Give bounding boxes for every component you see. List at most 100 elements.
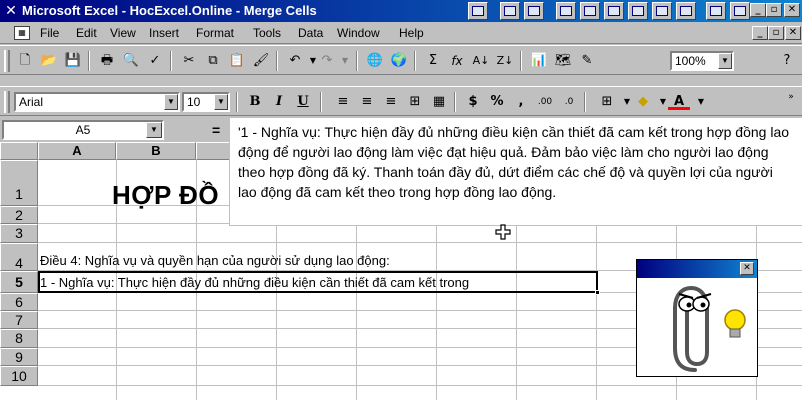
taskbar-icon[interactable] [628, 2, 648, 20]
chevron-down-icon[interactable]: ▼ [164, 94, 178, 110]
cell-a4[interactable]: Điều 4: Nghĩa vụ và quyền hạn của người … [40, 253, 390, 269]
font-size-select[interactable]: 10 ▼ [182, 92, 230, 112]
name-box[interactable]: A5 ▼ [2, 120, 164, 140]
currency-button[interactable]: $ [462, 92, 484, 112]
fill-color-icon[interactable]: ◆ [632, 92, 654, 112]
doc-minimize-button[interactable]: _ [752, 26, 768, 40]
column-header-b[interactable]: B [116, 142, 196, 160]
sort-descending-icon[interactable]: Z↓ [494, 51, 516, 71]
chevron-down-icon[interactable]: ▼ [690, 92, 712, 112]
close-button[interactable]: ✕ [784, 3, 800, 17]
function-icon[interactable]: fx [446, 51, 468, 71]
fill-handle[interactable] [595, 290, 600, 295]
menu-help[interactable]: Help [399, 26, 424, 40]
title-bar: ✕ Microsoft Excel - HocExcel.Online - Me… [0, 0, 802, 22]
office-assistant[interactable]: ✕ [636, 259, 758, 377]
zoom-select[interactable]: 100% ▼ [670, 51, 734, 71]
paste-icon[interactable]: 📋 [226, 51, 248, 71]
select-all-button[interactable] [0, 142, 38, 160]
taskbar-icon[interactable] [556, 2, 576, 20]
maximize-button[interactable]: ▫ [766, 3, 782, 17]
align-center-icon[interactable]: ≡ [356, 92, 378, 112]
edit-formula-button[interactable]: = [212, 120, 220, 140]
increase-decimal-icon[interactable]: .00 [534, 92, 556, 112]
taskbar-icon[interactable] [652, 2, 672, 20]
row-header-3[interactable]: 3 [0, 224, 38, 243]
row-header-8[interactable]: 8 [0, 329, 38, 348]
menu-file[interactable]: File [40, 26, 59, 40]
assistant-title-bar[interactable]: ✕ [637, 260, 757, 278]
minimize-button[interactable]: _ [750, 3, 766, 17]
copy-icon[interactable]: ⧉ [202, 51, 224, 71]
chevron-down-icon[interactable]: ▼ [334, 51, 356, 71]
row-header-6[interactable]: 6 [0, 293, 38, 311]
more-buttons-icon[interactable]: » [780, 87, 802, 107]
open-icon[interactable]: 📂 [38, 51, 60, 71]
row-header-10[interactable]: 10 [0, 366, 38, 386]
menu-insert[interactable]: Insert [149, 26, 179, 40]
print-icon[interactable]: 🖶 [96, 51, 118, 71]
row-header-2[interactable]: 2 [0, 206, 38, 224]
doc-restore-button[interactable]: ▫ [768, 26, 784, 40]
taskbar-icon[interactable] [730, 2, 750, 20]
row-header-9[interactable]: 9 [0, 348, 38, 366]
column-header-a[interactable]: A [38, 142, 116, 160]
document-icon[interactable]: ▦ [14, 26, 30, 40]
taskbar-icon[interactable] [676, 2, 696, 20]
taskbar-icon[interactable] [604, 2, 624, 20]
merge-center-icon[interactable]: ⊞ [404, 92, 426, 112]
chevron-down-icon[interactable]: ▼ [214, 94, 228, 110]
italic-button[interactable]: I [268, 92, 290, 112]
toolbar-grip[interactable] [4, 91, 10, 113]
chevron-down-icon[interactable]: ▼ [718, 53, 732, 69]
menu-data[interactable]: Data [298, 26, 323, 40]
sort-ascending-icon[interactable]: A↓ [470, 51, 492, 71]
font-color-icon[interactable]: A [668, 92, 690, 110]
table-icon[interactable]: ▦ [428, 92, 450, 112]
formula-content-overlay[interactable]: '1 - Nghĩa vụ: Thực hiện đầy đủ những đi… [229, 118, 802, 226]
doc-close-button[interactable]: ✕ [785, 26, 801, 40]
menu-view[interactable]: View [110, 26, 136, 40]
spelling-icon[interactable]: ✓ [144, 51, 166, 71]
save-icon[interactable]: 💾 [62, 51, 84, 71]
new-icon[interactable]: 🗋 [14, 51, 36, 71]
row-header-4[interactable]: 4 [0, 243, 38, 271]
taskbar-icon[interactable] [580, 2, 600, 20]
assistant-close-button[interactable]: ✕ [740, 262, 754, 275]
merged-title-cell[interactable]: HỢP ĐỒ [112, 180, 219, 210]
menu-tools[interactable]: Tools [253, 26, 281, 40]
excel-icon[interactable]: ✕ [3, 3, 19, 19]
borders-icon[interactable]: ⊞ [596, 92, 618, 112]
format-painter-icon[interactable]: 🖌 [250, 51, 272, 71]
percent-button[interactable]: % [486, 92, 508, 112]
menu-format[interactable]: Format [196, 26, 234, 40]
row-header-1[interactable]: 1 [0, 160, 38, 206]
align-right-icon[interactable]: ≡ [380, 92, 402, 112]
row-header-5[interactable]: 5 [0, 271, 38, 293]
help-icon[interactable]: ? [776, 51, 798, 71]
comma-button[interactable]: , [510, 92, 532, 112]
autosum-icon[interactable]: Σ [422, 51, 444, 71]
folder-icon[interactable] [524, 2, 544, 20]
toolbar-grip[interactable] [4, 50, 10, 72]
decrease-decimal-icon[interactable]: .0 [558, 92, 580, 112]
font-size-value: 10 [187, 95, 201, 109]
web-toolbar-icon[interactable]: 🌍 [388, 51, 410, 71]
align-left-icon[interactable]: ≡ [332, 92, 354, 112]
underline-button[interactable]: U [292, 92, 314, 112]
menu-window[interactable]: Window [337, 26, 380, 40]
bold-button[interactable]: B [244, 92, 266, 112]
taskbar-icon[interactable] [468, 2, 488, 20]
map-icon[interactable]: 🗺 [552, 51, 574, 71]
taskbar-icon[interactable] [500, 2, 520, 20]
menu-edit[interactable]: Edit [76, 26, 97, 40]
chevron-down-icon[interactable]: ▼ [146, 122, 162, 138]
drawing-icon[interactable]: ✎ [576, 51, 598, 71]
cut-icon[interactable]: ✂ [178, 51, 200, 71]
print-preview-icon[interactable]: 🔍 [120, 51, 142, 71]
chart-wizard-icon[interactable]: 📊 [528, 51, 550, 71]
taskbar-icon[interactable] [706, 2, 726, 20]
hyperlink-icon[interactable]: 🌐 [364, 51, 386, 71]
font-name-select[interactable]: Arial ▼ [14, 92, 180, 112]
row-header-7[interactable]: 7 [0, 311, 38, 329]
